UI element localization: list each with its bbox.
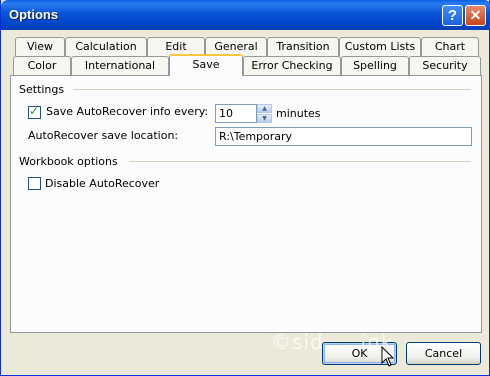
tab-color[interactable]: Color xyxy=(13,56,71,75)
autorecover-location-input[interactable]: R:\Temporary xyxy=(215,127,472,146)
save-tab-panel: Settings ✓ Save AutoRecover info every: … xyxy=(10,75,482,333)
autorecover-minutes-input[interactable]: 10 xyxy=(215,104,257,123)
close-button[interactable]: ✕ xyxy=(465,5,486,26)
spin-down-icon[interactable]: ▼ xyxy=(257,114,272,123)
autorecover-checkbox[interactable]: ✓ xyxy=(28,104,41,119)
spin-up-icon[interactable]: ▲ xyxy=(257,104,272,113)
disable-autorecover-checkbox[interactable] xyxy=(28,177,41,190)
tab-calculation[interactable]: Calculation xyxy=(65,37,147,56)
tab-view[interactable]: View xyxy=(15,37,65,56)
tab-international[interactable]: International xyxy=(71,56,169,75)
tab-save[interactable]: Save xyxy=(169,54,243,76)
autorecover-checkbox-label[interactable]: Save AutoRecover info every: xyxy=(46,105,208,118)
minutes-label: minutes xyxy=(276,107,321,120)
checkmark-icon: ✓ xyxy=(29,104,40,118)
location-label: AutoRecover save location: xyxy=(28,129,179,142)
watermark: ©sid... .ink xyxy=(271,330,394,354)
workbook-options-group-label: Workbook options xyxy=(19,155,118,168)
help-button[interactable]: ? xyxy=(442,5,463,26)
cancel-button[interactable]: Cancel xyxy=(406,342,481,365)
settings-divider xyxy=(73,89,471,91)
minutes-spinner[interactable]: ▲ ▼ xyxy=(257,104,272,123)
options-dialog: Options ? ✕ View Calculation Edit Genera… xyxy=(0,0,490,376)
tab-custom-lists[interactable]: Custom Lists xyxy=(339,37,421,56)
workbook-options-divider xyxy=(129,161,471,163)
tab-transition[interactable]: Transition xyxy=(267,37,339,56)
settings-group-label: Settings xyxy=(19,83,65,96)
tab-error-checking[interactable]: Error Checking xyxy=(243,56,341,75)
title-bar[interactable]: Options ? ✕ xyxy=(1,0,490,30)
disable-autorecover-label[interactable]: Disable AutoRecover xyxy=(45,177,159,190)
window-title: Options xyxy=(9,7,59,22)
tab-security[interactable]: Security xyxy=(409,56,481,75)
mouse-pointer-icon xyxy=(381,346,395,367)
tab-spelling[interactable]: Spelling xyxy=(341,56,409,75)
tab-chart[interactable]: Chart xyxy=(421,37,479,56)
